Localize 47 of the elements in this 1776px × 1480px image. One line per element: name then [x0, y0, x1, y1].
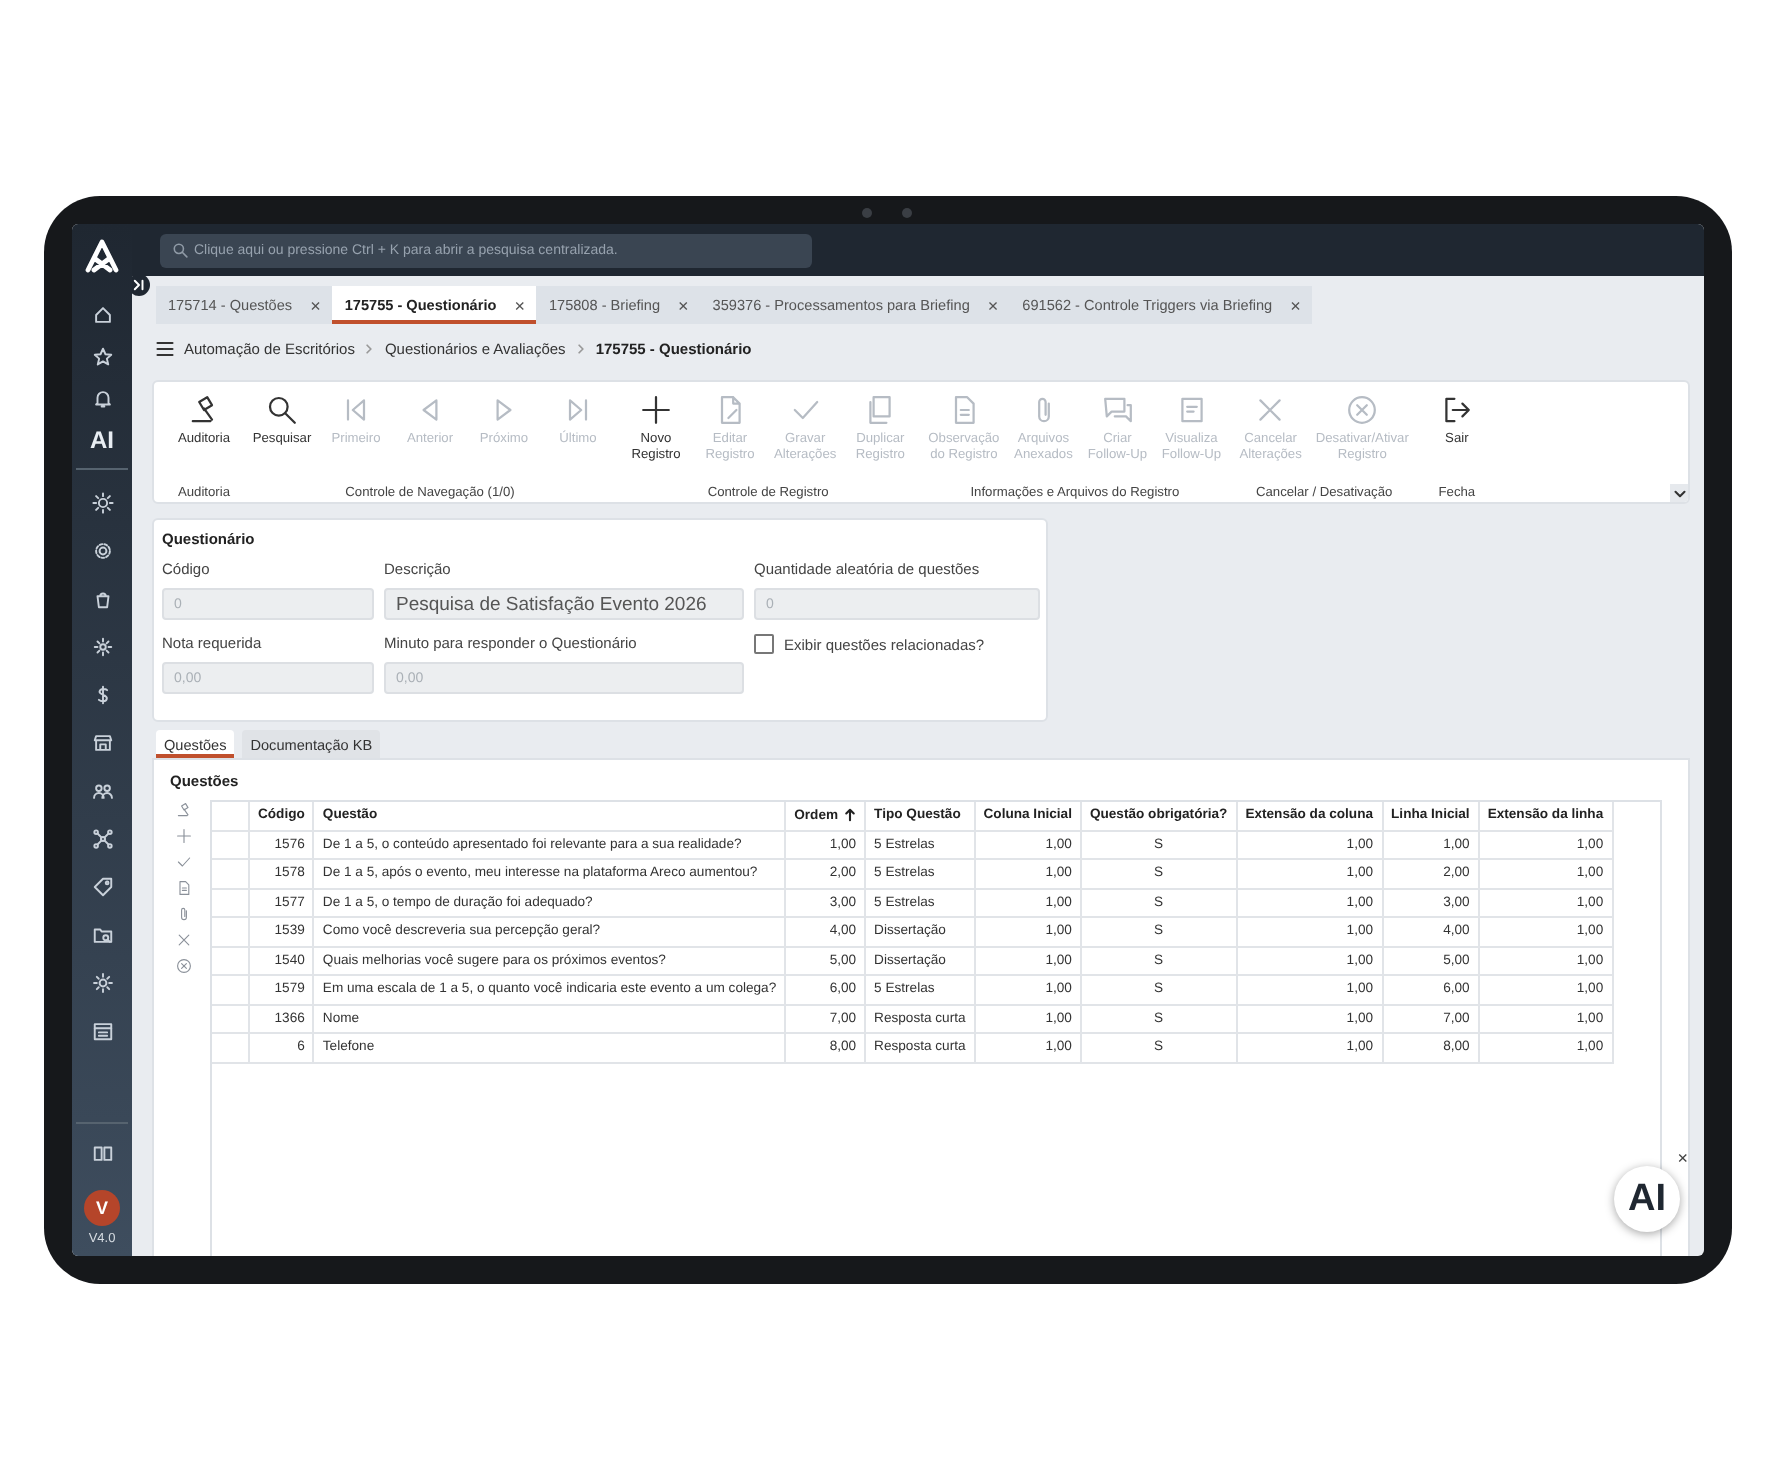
close-icon[interactable]: × — [310, 295, 321, 315]
camera-icon — [862, 208, 872, 218]
bell-icon[interactable] — [91, 388, 113, 410]
folder-search-icon[interactable] — [91, 923, 113, 945]
user-avatar[interactable]: V — [84, 1190, 120, 1226]
close-icon — [1254, 394, 1287, 426]
close-icon[interactable] — [176, 932, 192, 948]
check-icon[interactable] — [176, 854, 192, 870]
tag-icon[interactable] — [91, 875, 113, 897]
chevron-down-icon — [1673, 487, 1685, 499]
calendar-icon[interactable] — [91, 1019, 113, 1041]
star-icon[interactable] — [91, 346, 113, 368]
search-icon — [172, 242, 188, 258]
collapse-button[interactable] — [132, 276, 150, 296]
cancel-circle-icon — [1346, 394, 1379, 426]
exit-icon — [1440, 394, 1473, 426]
input-field[interactable]: Pesquisa de Satisfação Evento 2026 — [384, 588, 744, 620]
ai-button[interactable]: AI — [90, 426, 114, 454]
search-icon — [266, 394, 298, 426]
people-icon[interactable] — [91, 779, 113, 801]
bag-icon[interactable] — [91, 587, 113, 609]
logo-icon[interactable] — [84, 238, 120, 274]
chat-icon — [1101, 394, 1134, 426]
cancel-circle-icon[interactable] — [176, 958, 192, 974]
checkbox[interactable] — [754, 634, 774, 654]
close-icon[interactable]: × — [1677, 1148, 1688, 1168]
plus-icon — [640, 394, 672, 426]
camera-icon — [902, 208, 912, 218]
chevron-icon — [575, 343, 586, 353]
collapse-icon — [132, 278, 146, 292]
network-icon[interactable] — [91, 827, 113, 849]
document-icon[interactable] — [176, 880, 192, 896]
note-icon — [1175, 394, 1208, 426]
expand-button[interactable] — [1670, 484, 1688, 502]
menu-icon[interactable] — [156, 339, 174, 357]
sun-icon[interactable] — [91, 491, 113, 513]
close-icon[interactable]: × — [678, 295, 689, 315]
gavel-icon[interactable] — [176, 802, 192, 818]
chevron-icon — [364, 343, 375, 353]
store-icon[interactable] — [91, 731, 113, 753]
close-icon[interactable]: × — [987, 295, 999, 315]
home-icon[interactable] — [91, 304, 113, 326]
close-icon[interactable]: × — [1290, 295, 1301, 315]
paperclip-icon[interactable] — [176, 906, 192, 922]
copy-icon — [864, 394, 897, 426]
close-icon[interactable]: × — [514, 295, 525, 315]
book-icon[interactable] — [91, 1142, 113, 1164]
